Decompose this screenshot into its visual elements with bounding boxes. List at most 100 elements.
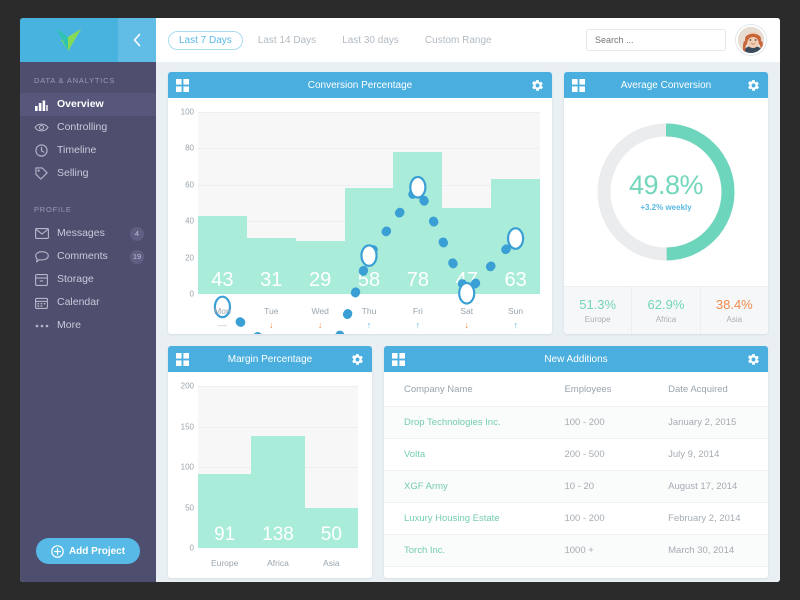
bar-column: 91: [198, 386, 251, 548]
bar-value-label: 91: [198, 524, 251, 546]
tab-custom-range[interactable]: Custom Range: [414, 31, 503, 50]
trend-down-icon: ↓: [247, 320, 296, 330]
table-row[interactable]: XGF Army10 - 20August 17, 2014: [384, 471, 768, 503]
table-row[interactable]: Volta200 - 500July 9, 2014: [384, 439, 768, 471]
y-tick-label: 200: [181, 382, 194, 391]
gear-icon[interactable]: [351, 353, 364, 366]
data-point-marker: [459, 283, 474, 304]
donut-percent: 49.8%: [564, 170, 768, 201]
table-row[interactable]: Torch Inc.1000 +March 30, 2014: [384, 535, 768, 567]
cell-company-name[interactable]: Torch Inc.: [384, 535, 564, 567]
sidebar-item-timeline[interactable]: Timeline: [20, 139, 156, 162]
clock-icon: [34, 143, 49, 158]
x-axis-labels: MonTueWedThuFriSatSun: [198, 306, 540, 316]
cell-company-name[interactable]: Drop Technologies Inc.: [384, 407, 564, 439]
table-row[interactable]: Drop Technologies Inc.100 - 200January 2…: [384, 407, 768, 439]
cell-employees: 1000 +: [564, 535, 668, 567]
y-tick-label: 20: [185, 253, 194, 262]
margin-chart: 050100150200 9113850 EuropeAfricaAsia: [168, 372, 372, 578]
sidebar-item-label: More: [57, 320, 156, 331]
y-tick-label: 150: [181, 422, 194, 431]
trend-up-icon: ↑: [491, 320, 540, 330]
tag-icon: [34, 166, 49, 181]
date-range-tabs: Last 7 Days Last 14 Days Last 30 days Cu…: [168, 31, 503, 50]
stat-value: 51.3%: [579, 297, 616, 312]
sidebar-item-comments[interactable]: Comments 19: [20, 245, 156, 268]
trend-up-icon: ↑: [393, 320, 442, 330]
box-icon: [34, 272, 49, 287]
panel-new-additions: New Additions Company Name: [384, 346, 768, 578]
trend-down-icon: ↓: [296, 320, 345, 330]
gear-icon[interactable]: [531, 79, 544, 92]
sidebar-item-calendar[interactable]: Calendar: [20, 291, 156, 314]
table-header: Company Name Employees Date Acquired: [384, 372, 768, 407]
cell-date-acquired: August 17, 2014: [668, 471, 768, 503]
sidebar-item-more[interactable]: More: [20, 314, 156, 337]
plus-circle-icon: [51, 545, 64, 558]
cell-company-name[interactable]: XGF Army: [384, 471, 564, 503]
sidebar-item-label: Comments: [57, 251, 130, 262]
sidebar-item-storage[interactable]: Storage: [20, 268, 156, 291]
cell-employees: 200 - 500: [564, 439, 668, 471]
cell-employees: 10 - 20: [564, 471, 668, 503]
main-area: Last 7 Days Last 14 Days Last 30 days Cu…: [156, 18, 780, 582]
y-axis: 020406080100: [168, 112, 194, 294]
panel-header: Conversion Percentage: [168, 72, 552, 98]
ellipsis-icon: [34, 318, 49, 333]
grid-icon[interactable]: [392, 353, 405, 366]
sidebar-section-title-analytics: DATA & ANALYTICS: [20, 62, 156, 93]
new-additions-table: Company Name Employees Date Acquired Dro…: [384, 372, 768, 567]
add-project-button[interactable]: Add Project: [36, 538, 140, 564]
search-input[interactable]: [595, 35, 717, 45]
gear-icon[interactable]: [747, 79, 760, 92]
sidebar-item-label: Overview: [57, 99, 156, 110]
panel-title: Average Conversion: [585, 80, 747, 91]
search-box[interactable]: [586, 29, 726, 51]
brand-logo[interactable]: [20, 18, 118, 62]
user-avatar[interactable]: [736, 25, 766, 55]
cell-company-name[interactable]: Luxury Housing Estate: [384, 503, 564, 535]
stat-value: 62.9%: [648, 297, 685, 312]
grid-icon[interactable]: [572, 79, 585, 92]
tab-last-14-days[interactable]: Last 14 Days: [247, 31, 327, 50]
gear-icon[interactable]: [747, 353, 760, 366]
grid-icon[interactable]: [176, 353, 189, 366]
tab-last-30-days[interactable]: Last 30 days: [331, 31, 410, 50]
sidebar-item-controlling[interactable]: Controlling: [20, 116, 156, 139]
stat-africa: 62.9% Africa: [632, 287, 700, 334]
table-row[interactable]: Luxury Housing Estate100 - 200February 2…: [384, 503, 768, 535]
x-tick-label: Thu: [345, 306, 394, 316]
brand-logo-icon: [55, 27, 83, 53]
bar-column: 138: [251, 386, 304, 548]
comment-icon: [34, 249, 49, 264]
trend-flat-icon: —: [198, 320, 247, 330]
data-point-marker: [410, 177, 425, 198]
column-header-employees: Employees: [564, 372, 668, 407]
chevron-left-icon: [132, 33, 142, 47]
sidebar-collapse-button[interactable]: [118, 18, 156, 62]
cell-company-name[interactable]: Volta: [384, 439, 564, 471]
trend-indicators: —↓↓↑↑↓↑: [198, 320, 540, 330]
panel-header: Average Conversion: [564, 72, 768, 98]
x-tick-label: Asia: [305, 558, 358, 568]
average-conversion-body: 49.8% +3.2% weekly 51.3% Europe 62.9%: [564, 98, 768, 334]
x-tick-label: Mon: [198, 306, 247, 316]
sidebar-item-messages[interactable]: Messages 4: [20, 222, 156, 245]
grid-icon[interactable]: [176, 79, 189, 92]
dashboard-window: DATA & ANALYTICS Overview Controlling: [20, 18, 780, 582]
sidebar-header: [20, 18, 156, 62]
cell-date-acquired: February 2, 2014: [668, 503, 768, 535]
comments-badge: 19: [130, 250, 144, 264]
sidebar-item-label: Controlling: [57, 122, 156, 133]
bar-chart-icon: [34, 97, 49, 112]
cell-employees: 100 - 200: [564, 503, 668, 535]
sidebar-item-overview[interactable]: Overview: [20, 93, 156, 116]
sidebar-item-label: Calendar: [57, 297, 156, 308]
column-header-date: Date Acquired: [668, 372, 768, 407]
topbar: Last 7 Days Last 14 Days Last 30 days Cu…: [156, 18, 780, 62]
tab-last-7-days[interactable]: Last 7 Days: [168, 31, 243, 50]
donut-center-labels: 49.8% +3.2% weekly: [564, 170, 768, 212]
cell-date-acquired: January 2, 2015: [668, 407, 768, 439]
sidebar-item-selling[interactable]: Selling: [20, 162, 156, 185]
donut-delta: +3.2% weekly: [564, 203, 768, 212]
